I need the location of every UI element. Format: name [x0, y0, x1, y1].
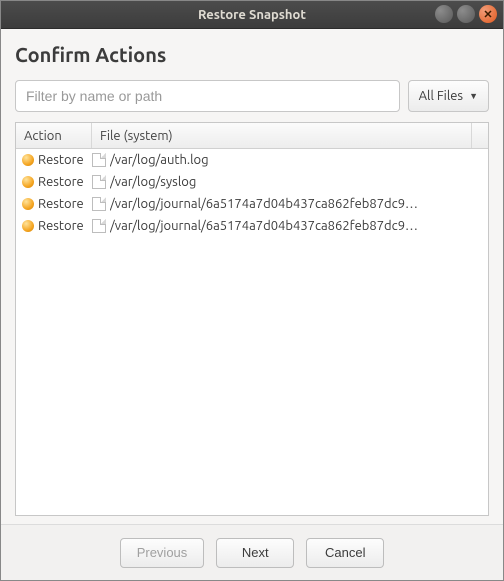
- table-row[interactable]: Restore /var/log/auth.log: [16, 149, 488, 171]
- cancel-button[interactable]: Cancel: [306, 538, 384, 568]
- cell-file: /var/log/syslog: [92, 175, 482, 189]
- file-icon: [92, 153, 106, 167]
- minimize-icon[interactable]: [435, 5, 453, 23]
- next-button[interactable]: Next: [216, 538, 294, 568]
- content-area: Confirm Actions All Files ▼ Action File …: [1, 29, 503, 524]
- table-row[interactable]: Restore /var/log/syslog: [16, 171, 488, 193]
- window-controls: [435, 5, 497, 23]
- cell-action: Restore: [22, 219, 92, 233]
- file-path: /var/log/journal/6a5174a7d04b437ca862feb…: [110, 219, 418, 233]
- titlebar: Restore Snapshot: [1, 1, 503, 29]
- table-header: Action File (system): [16, 123, 488, 149]
- cell-action: Restore: [22, 175, 92, 189]
- page-heading: Confirm Actions: [15, 43, 489, 66]
- maximize-icon[interactable]: [457, 5, 475, 23]
- action-label: Restore: [38, 175, 84, 189]
- filter-row: All Files ▼: [15, 80, 489, 112]
- file-path: /var/log/journal/6a5174a7d04b437ca862feb…: [110, 197, 418, 211]
- file-path: /var/log/auth.log: [110, 153, 209, 167]
- dropdown-label: All Files: [419, 89, 463, 103]
- status-dot-icon: [22, 220, 34, 232]
- cell-action: Restore: [22, 197, 92, 211]
- status-dot-icon: [22, 176, 34, 188]
- cell-file: /var/log/journal/6a5174a7d04b437ca862feb…: [92, 197, 482, 211]
- status-dot-icon: [22, 154, 34, 166]
- file-icon: [92, 219, 106, 233]
- file-path: /var/log/syslog: [110, 175, 196, 189]
- action-label: Restore: [38, 153, 84, 167]
- window-title: Restore Snapshot: [198, 8, 306, 22]
- cell-file: /var/log/journal/6a5174a7d04b437ca862feb…: [92, 219, 482, 233]
- action-label: Restore: [38, 197, 84, 211]
- file-icon: [92, 175, 106, 189]
- table-row[interactable]: Restore /var/log/journal/6a5174a7d04b437…: [16, 193, 488, 215]
- cell-file: /var/log/auth.log: [92, 153, 482, 167]
- previous-button[interactable]: Previous: [120, 538, 205, 568]
- filter-input[interactable]: [15, 80, 400, 112]
- col-action[interactable]: Action: [16, 123, 92, 148]
- cell-action: Restore: [22, 153, 92, 167]
- table-body[interactable]: Restore /var/log/auth.log Restore /var/l…: [16, 149, 488, 515]
- status-dot-icon: [22, 198, 34, 210]
- chevron-down-icon: ▼: [469, 91, 478, 101]
- file-filter-dropdown[interactable]: All Files ▼: [408, 80, 489, 112]
- file-icon: [92, 197, 106, 211]
- table-row[interactable]: Restore /var/log/journal/6a5174a7d04b437…: [16, 215, 488, 237]
- footer: Previous Next Cancel: [1, 524, 503, 580]
- window: Restore Snapshot Confirm Actions All Fil…: [0, 0, 504, 581]
- action-label: Restore: [38, 219, 84, 233]
- col-file[interactable]: File (system): [92, 123, 472, 148]
- close-icon[interactable]: [479, 5, 497, 23]
- col-spacer: [472, 123, 488, 148]
- actions-table: Action File (system) Restore /var/log/au…: [15, 122, 489, 516]
